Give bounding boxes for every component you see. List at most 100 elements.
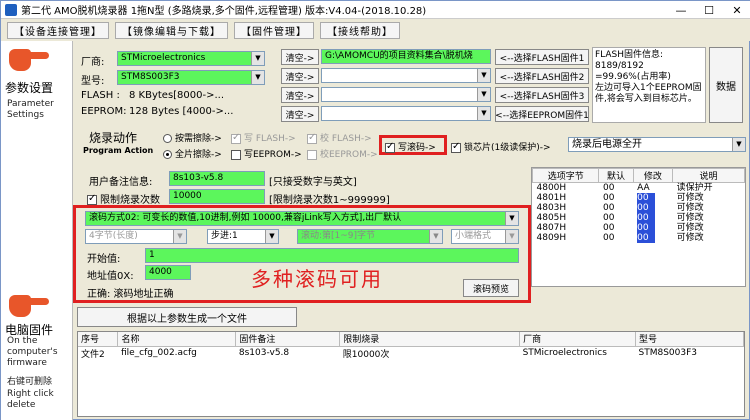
file-header: 限制烧录 [339,332,521,347]
roll-callout-text: 多种滚码可用 [251,267,383,291]
flash-info-percent: =99.96%(占用率) [595,72,671,82]
table-row[interactable]: 4801H 00 00 可修改 [533,193,745,203]
generate-file-button[interactable]: 根据以上参数生成一个文件 [77,307,297,327]
sidebar-params-cn[interactable]: 参数设置 [5,79,53,96]
chevron-down-icon: ▼ [429,230,442,243]
select-eeprom-fw1-button[interactable]: <--选择EEPROM固件1 [495,106,589,122]
roll-preview-button[interactable]: 滚码预览 [463,279,519,297]
flash-info-panel: FLASH固件信息: 8189/8192 =99.96%(占用率) 左边可导入1… [592,47,706,123]
roll-start-label: 开始值: [87,254,121,265]
flash-size: 8 KBytes[8000->... [129,90,225,101]
chevron-down-icon: ▼ [477,88,490,101]
flash-info-title: FLASH固件信息: [595,50,664,60]
select-flash-fw3-button[interactable]: <--选择FLASH固件3 [495,87,589,103]
write-roll-checkbox[interactable]: 写滚码-> [385,140,436,153]
sidebar-delete-en: Right click delete [7,389,54,410]
flash-info-note: 左边可导入1个EEPROM固件,将会写入到目标芯片。 [595,83,702,104]
table-row[interactable]: 4803H 00 00 可修改 [533,203,745,213]
app-icon [5,3,17,16]
after-burn-select[interactable]: 烧录后电源全开 ▼ [568,137,746,152]
eeprom-size: 128 Bytes [4000->... [129,106,234,117]
file-list: 序号 名称 固件备注 限制烧录 厂商 型号 文件2 file_cfg_002.a… [77,331,745,417]
model-label: 型号: [81,76,105,87]
option-header: 选项字节 [531,168,600,183]
title-bar: 第二代 AMO脱机烧录器 1拖N型 (多路烧录,多个固件,远程管理) 版本:V4… [1,1,750,19]
select-flash-fw2-button[interactable]: <--选择FLASH固件2 [495,68,589,84]
limit-hint: [限制烧录次数1~999999] [269,195,390,206]
chevron-down-icon: ▼ [251,52,264,65]
menu-image-edit[interactable]: 【镜像编辑与下载】 [115,21,228,39]
select-flash-fw1-button[interactable]: <--选择FLASH固件1 [495,49,589,65]
roll-bytes-select[interactable]: 4字节(长度) ▼ [85,229,187,244]
menu-bar: 【设备连接管理】 【镜像编辑与下载】 【固件管理】 【接线帮助】 [1,19,750,41]
limit-input[interactable]: 10000 [169,189,265,204]
option-header: 默认 [598,168,634,183]
note-input[interactable]: 8s103-v5.8 [169,171,265,186]
sidebar-params-en: Parameter Settings [7,99,54,120]
roll-start-input[interactable]: 1 [145,248,519,263]
erase-sector-radio[interactable]: 按需擦除-> [163,131,222,144]
table-row[interactable]: 4809H 00 00 可修改 [533,233,745,243]
firmware-path-1[interactable]: G:\AMOMCU的项目资料集合\脱机烧 [321,49,491,64]
option-header: 修改 [632,168,674,183]
table-row[interactable]: 4805H 00 00 可修改 [533,213,745,223]
window-title: 第二代 AMO脱机烧录器 1拖N型 (多路烧录,多个固件,远程管理) 版本:V4… [21,6,427,17]
write-eeprom-checkbox[interactable]: 写EEPROM-> [231,147,302,160]
vendor-select[interactable]: STMicroelectronics ▼ [117,51,265,66]
verify-eeprom-checkbox[interactable]: 校EEPROM-> [307,147,378,160]
chevron-down-icon: ▼ [477,69,490,82]
file-header: 固件备注 [235,332,341,347]
note-label: 用户备注信息: [89,177,153,188]
clear-button-4[interactable]: 清空-> [281,106,319,122]
roll-byte-range-select[interactable]: 滚动:第[1~9]字节 ▼ [297,229,443,244]
firmware-path-2[interactable]: ▼ [321,68,491,83]
lock-chip-checkbox[interactable]: 锁芯片(1级读保护)-> [451,140,551,153]
file-header: 名称 [117,332,237,347]
minimize-icon[interactable]: — [667,1,695,19]
clear-button-1[interactable]: 清空-> [281,49,319,65]
close-icon[interactable]: ✕ [723,1,750,19]
chevron-down-icon: ▼ [251,71,264,84]
vendor-label: 厂商: [81,57,105,68]
option-header: 说明 [672,168,745,183]
flash-label: FLASH : [81,90,120,101]
chevron-down-icon: ▼ [265,230,278,243]
clear-button-3[interactable]: 清空-> [281,87,319,103]
data-button[interactable]: 数据 [709,47,743,123]
note-hint: [只接受数字与英文] [269,177,357,188]
roll-step-select[interactable]: 步进:1 ▼ [207,229,279,244]
table-row[interactable]: 4800H 00 AA 读保护开 [533,183,745,194]
verify-flash-checkbox[interactable]: 校 FLASH-> [307,131,372,144]
roll-addr-input[interactable]: 4000 [145,265,191,280]
roll-status: 正确: 滚码地址正确 [87,289,174,300]
chevron-down-icon: ▼ [505,230,518,243]
maximize-icon[interactable]: ☐ [695,1,723,19]
roll-endian-select[interactable]: 小端格式 ▼ [451,229,519,244]
firmware-path-3[interactable]: ▼ [321,87,491,102]
eeprom-label: EEPROM: [81,106,127,117]
pointing-hand-icon [9,43,49,73]
roll-mode-select[interactable]: 滚码方式02: 可变长的数值,10进制,例如 10000,兼容jLink写入方式… [85,211,519,226]
clear-button-2[interactable]: 清空-> [281,68,319,84]
main-window: 第二代 AMO脱机烧录器 1拖N型 (多路烧录,多个固件,远程管理) 版本:V4… [0,0,750,420]
model-select[interactable]: STM8S003F3 ▼ [117,70,265,85]
chevron-down-icon: ▼ [505,212,518,225]
table-row[interactable]: 4807H 00 00 可修改 [533,223,745,233]
menu-firmware[interactable]: 【固件管理】 [234,21,314,39]
file-header: 型号 [635,332,744,347]
chevron-down-icon: ▼ [732,138,745,151]
table-row[interactable]: 文件2 file_cfg_002.acfg 8s103-v5.8 限10000次… [78,346,744,360]
limit-checkbox[interactable]: 限制烧录次数 [87,191,160,206]
write-flash-checkbox[interactable]: 写 FLASH-> [231,131,296,144]
menu-device-connection[interactable]: 【设备连接管理】 [7,21,109,39]
eeprom-path[interactable]: ▼ [321,106,491,121]
erase-all-radio[interactable]: 全片擦除-> [163,147,222,160]
file-header: 厂商 [519,332,637,347]
program-action-subtitle: Program Action [83,146,154,155]
chevron-down-icon: ▼ [173,230,186,243]
menu-wiring-help[interactable]: 【接线帮助】 [320,21,400,39]
sidebar-pc-firmware-en: On the computer's firmware [7,336,58,368]
sidebar-delete-cn: 右键可删除 [7,377,53,387]
roll-addr-label: 地址值0X: [87,271,134,282]
program-action-title: 烧录动作 [89,131,138,145]
